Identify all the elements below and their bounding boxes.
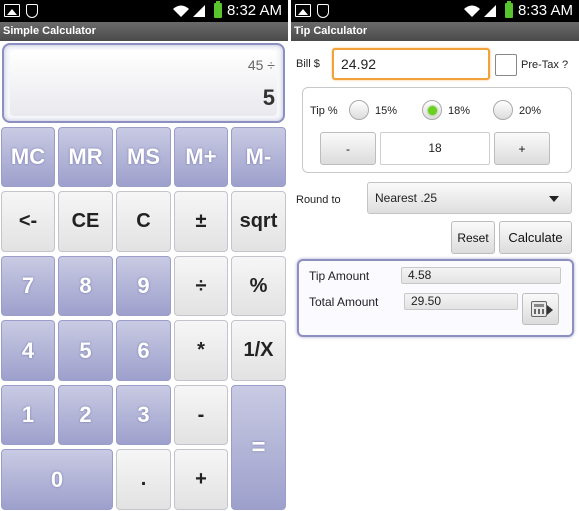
- digit-7-button[interactable]: 7: [1, 256, 55, 316]
- status-bar: 8:33 AM: [291, 0, 579, 22]
- tip-decrease-button[interactable]: -: [320, 132, 376, 165]
- battery-icon: [505, 1, 513, 18]
- tip-15-radio[interactable]: [349, 100, 369, 120]
- shield-icon: [26, 4, 38, 18]
- clear-button[interactable]: C: [116, 191, 171, 252]
- tip-amount-label: Tip Amount: [309, 269, 370, 283]
- dropdown-arrow-icon: [549, 196, 559, 202]
- app-title: Tip Calculator: [291, 22, 579, 41]
- mr-button[interactable]: MR: [58, 127, 113, 187]
- simple-calculator-screen: 8:32 AM Simple Calculator 45 ÷ 5 MC MR M…: [0, 0, 288, 511]
- equals-button[interactable]: =: [231, 385, 286, 510]
- status-time: 8:33 AM: [517, 2, 573, 19]
- tip-increase-button[interactable]: +: [494, 132, 550, 165]
- app-title: Simple Calculator: [0, 22, 288, 41]
- sign-toggle-button[interactable]: ±: [174, 191, 228, 252]
- signal-icon: [484, 5, 496, 17]
- status-bar: 8:32 AM: [0, 0, 288, 22]
- pretax-label: Pre-Tax ?: [521, 59, 569, 71]
- calculator-display: 45 ÷ 5: [2, 43, 285, 123]
- multiply-button[interactable]: *: [174, 320, 228, 381]
- reciprocal-button[interactable]: 1/X: [231, 320, 286, 381]
- wifi-icon: [173, 5, 189, 17]
- shield-icon: [317, 4, 329, 18]
- divide-button[interactable]: ÷: [174, 256, 228, 316]
- backspace-button[interactable]: <-: [1, 191, 55, 252]
- calculate-button[interactable]: Calculate: [499, 221, 572, 254]
- battery-icon: [214, 1, 222, 18]
- digit-2-button[interactable]: 2: [58, 385, 113, 445]
- subtract-button[interactable]: -: [174, 385, 228, 445]
- add-button[interactable]: +: [174, 449, 228, 510]
- digit-1-button[interactable]: 1: [1, 385, 55, 445]
- digit-0-button[interactable]: 0: [1, 449, 113, 510]
- round-to-value: Nearest .25: [375, 191, 438, 205]
- tip-percent-field[interactable]: 18: [380, 132, 490, 165]
- display-expression: 45 ÷: [247, 57, 275, 73]
- round-to-dropdown[interactable]: Nearest .25: [367, 182, 572, 214]
- ms-button[interactable]: MS: [116, 127, 171, 187]
- m-plus-button[interactable]: M+: [174, 127, 228, 187]
- gallery-icon: [4, 4, 20, 17]
- percent-button[interactable]: %: [231, 256, 286, 316]
- digit-5-button[interactable]: 5: [58, 320, 113, 381]
- tip-calculator-screen: 8:33 AM Tip Calculator Bill $ 24.92 Pre-…: [291, 0, 579, 511]
- m-minus-button[interactable]: M-: [231, 127, 286, 187]
- tip-amount-value: 4.58: [401, 267, 561, 284]
- gallery-icon: [295, 4, 311, 17]
- digit-9-button[interactable]: 9: [116, 256, 171, 316]
- tip-15-label: 15%: [375, 105, 398, 117]
- digit-3-button[interactable]: 3: [116, 385, 171, 445]
- decimal-button[interactable]: .: [116, 449, 171, 510]
- mc-button[interactable]: MC: [1, 127, 55, 187]
- display-result: 5: [262, 85, 275, 110]
- signal-icon: [193, 5, 205, 17]
- tip-18-radio[interactable]: [422, 100, 442, 120]
- sqrt-button[interactable]: sqrt: [231, 191, 286, 252]
- digit-4-button[interactable]: 4: [1, 320, 55, 381]
- digit-8-button[interactable]: 8: [58, 256, 113, 316]
- tip-percent-label: Tip %: [310, 105, 338, 117]
- bill-label: Bill $: [296, 58, 320, 70]
- tip-20-label: 20%: [519, 105, 542, 117]
- total-amount-label: Total Amount: [309, 295, 379, 309]
- bill-input[interactable]: 24.92: [332, 48, 490, 80]
- wifi-icon: [464, 5, 480, 17]
- tip-20-radio[interactable]: [493, 100, 513, 120]
- tip-18-label: 18%: [448, 105, 471, 117]
- status-time: 8:32 AM: [226, 2, 282, 19]
- pretax-checkbox[interactable]: [495, 54, 517, 76]
- clear-entry-button[interactable]: CE: [58, 191, 113, 252]
- calculator-icon: [531, 301, 547, 317]
- total-amount-value: 29.50: [404, 293, 518, 310]
- reset-button[interactable]: Reset: [451, 221, 495, 254]
- open-calculator-button[interactable]: [522, 293, 559, 325]
- arrow-right-icon: [547, 305, 553, 315]
- digit-6-button[interactable]: 6: [116, 320, 171, 381]
- round-to-label: Round to: [296, 194, 341, 206]
